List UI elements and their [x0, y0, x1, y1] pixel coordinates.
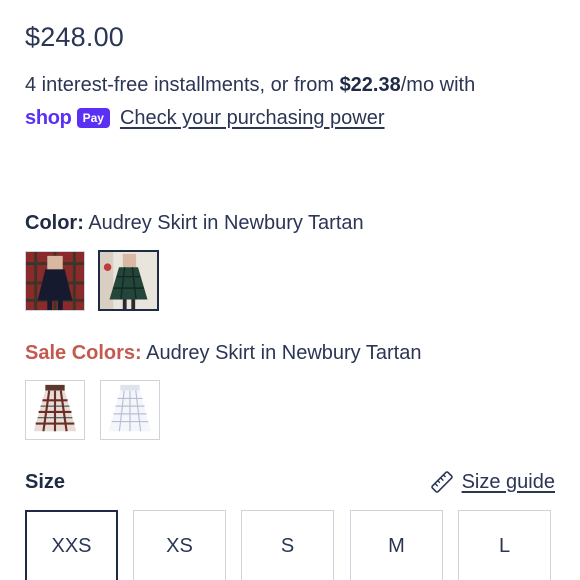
- size-option-m[interactable]: M: [350, 510, 443, 580]
- size-guide-link[interactable]: Size guide: [430, 470, 555, 494]
- color-label-value: Audrey Skirt in Newbury Tartan: [88, 212, 364, 234]
- shoppay-row: shop Pay Check your purchasing power: [25, 104, 385, 132]
- size-option-xs[interactable]: XS: [133, 510, 226, 580]
- sale-color-swatch-1[interactable]: [25, 380, 85, 440]
- shoppay-pay-badge: Pay: [76, 108, 110, 128]
- price: $248.00: [25, 22, 124, 52]
- skirt-photo-navy: [26, 252, 84, 310]
- size-guide-label: Size guide: [461, 470, 555, 493]
- size-option-l[interactable]: L: [458, 510, 551, 580]
- color-swatch-2[interactable]: [98, 250, 159, 311]
- ruler-icon: [430, 471, 453, 493]
- sale-colors-label: Sale Colors: Audrey Skirt in Newbury Tar…: [25, 342, 421, 365]
- shoppay-logo: shop: [25, 106, 72, 129]
- sale-color-swatch-2[interactable]: [100, 380, 160, 440]
- skirt-photo-brown-plaid: [26, 381, 84, 439]
- installments-text: 4 interest-free installments, or from $2…: [25, 74, 475, 97]
- color-label: Color: Audrey Skirt in Newbury Tartan: [25, 212, 364, 235]
- installments-prefix: 4 interest-free installments, or from: [25, 74, 340, 96]
- installments-amount: $22.38: [339, 74, 401, 96]
- size-label: Size: [25, 471, 66, 493]
- check-purchasing-power-link[interactable]: Check your purchasing power: [120, 107, 385, 130]
- skirt-photo-white-gingham: [101, 381, 159, 439]
- size-option-xxs[interactable]: XXS: [25, 510, 118, 580]
- size-option-s[interactable]: S: [241, 510, 334, 580]
- installments-suffix: /mo with: [400, 74, 476, 96]
- color-swatch-1[interactable]: [25, 251, 85, 311]
- color-label-key: Color:: [25, 212, 84, 234]
- sale-colors-label-value: Audrey Skirt in Newbury Tartan: [146, 342, 422, 364]
- skirt-photo-green-tartan: [100, 252, 157, 309]
- sale-colors-label-key: Sale Colors:: [25, 342, 142, 364]
